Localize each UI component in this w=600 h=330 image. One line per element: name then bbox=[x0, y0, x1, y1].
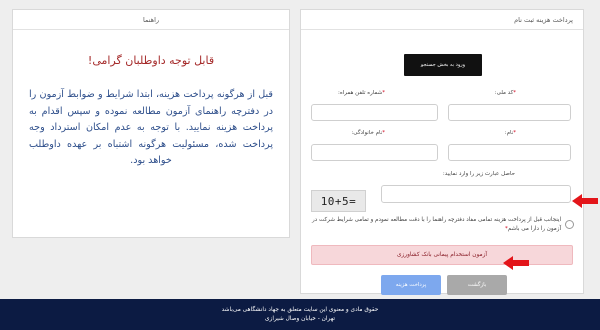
search-section-button[interactable]: ورود به بخش جستجو bbox=[404, 54, 482, 76]
agreement-checkbox[interactable] bbox=[565, 220, 574, 229]
national-code-input[interactable] bbox=[448, 104, 571, 121]
first-name-label: *نام: bbox=[504, 130, 516, 136]
site-footer: حقوق مادی و معنوی این سایت متعلق به جهاد… bbox=[0, 299, 600, 330]
captcha-image: 10+5= bbox=[311, 190, 366, 212]
arrow-left-icon bbox=[572, 194, 598, 208]
guide-text: قبل از هرگونه پرداخت هزینه، ابتدا شرایط … bbox=[29, 89, 273, 166]
first-name-input[interactable] bbox=[448, 144, 571, 161]
national-code-label: *کد ملی: bbox=[494, 90, 516, 96]
captcha-input[interactable] bbox=[381, 185, 571, 203]
mobile-label: *شماره تلفن همراه: bbox=[338, 90, 385, 96]
last-name-input[interactable] bbox=[311, 144, 438, 161]
exam-alert: آزمون استخدام پیمانی بانک کشاورزی bbox=[311, 245, 573, 265]
footer-address: تهران - خیابان وصال شیرازی bbox=[265, 315, 336, 322]
agreement-text: اینجانب قبل از پرداخت هزینه تمامی مفاد د… bbox=[311, 217, 561, 232]
last-name-label: *نام خانوادگی: bbox=[351, 130, 385, 136]
guide-panel-header: راهنما bbox=[13, 10, 289, 30]
pay-button[interactable]: پرداخت هزینه bbox=[381, 275, 441, 295]
payment-form-panel: پرداخت هزینه ثبت نام ورود به بخش جستجو *… bbox=[300, 9, 584, 295]
mobile-input[interactable] bbox=[311, 104, 438, 121]
back-button[interactable]: بازگشت bbox=[447, 275, 507, 295]
guide-panel: راهنما قابل توجه داوطلبان گرامی! قبل از … bbox=[12, 9, 290, 238]
payment-form-header: پرداخت هزینه ثبت نام bbox=[301, 10, 583, 30]
footer-copyright: حقوق مادی و معنوی این سایت متعلق به جهاد… bbox=[221, 306, 379, 313]
arrow-left-icon bbox=[503, 256, 529, 270]
guide-title: قابل توجه داوطلبان گرامی! bbox=[87, 54, 215, 67]
captcha-label: حاصل عبارت زیر را وارد نمایید: bbox=[442, 171, 515, 177]
